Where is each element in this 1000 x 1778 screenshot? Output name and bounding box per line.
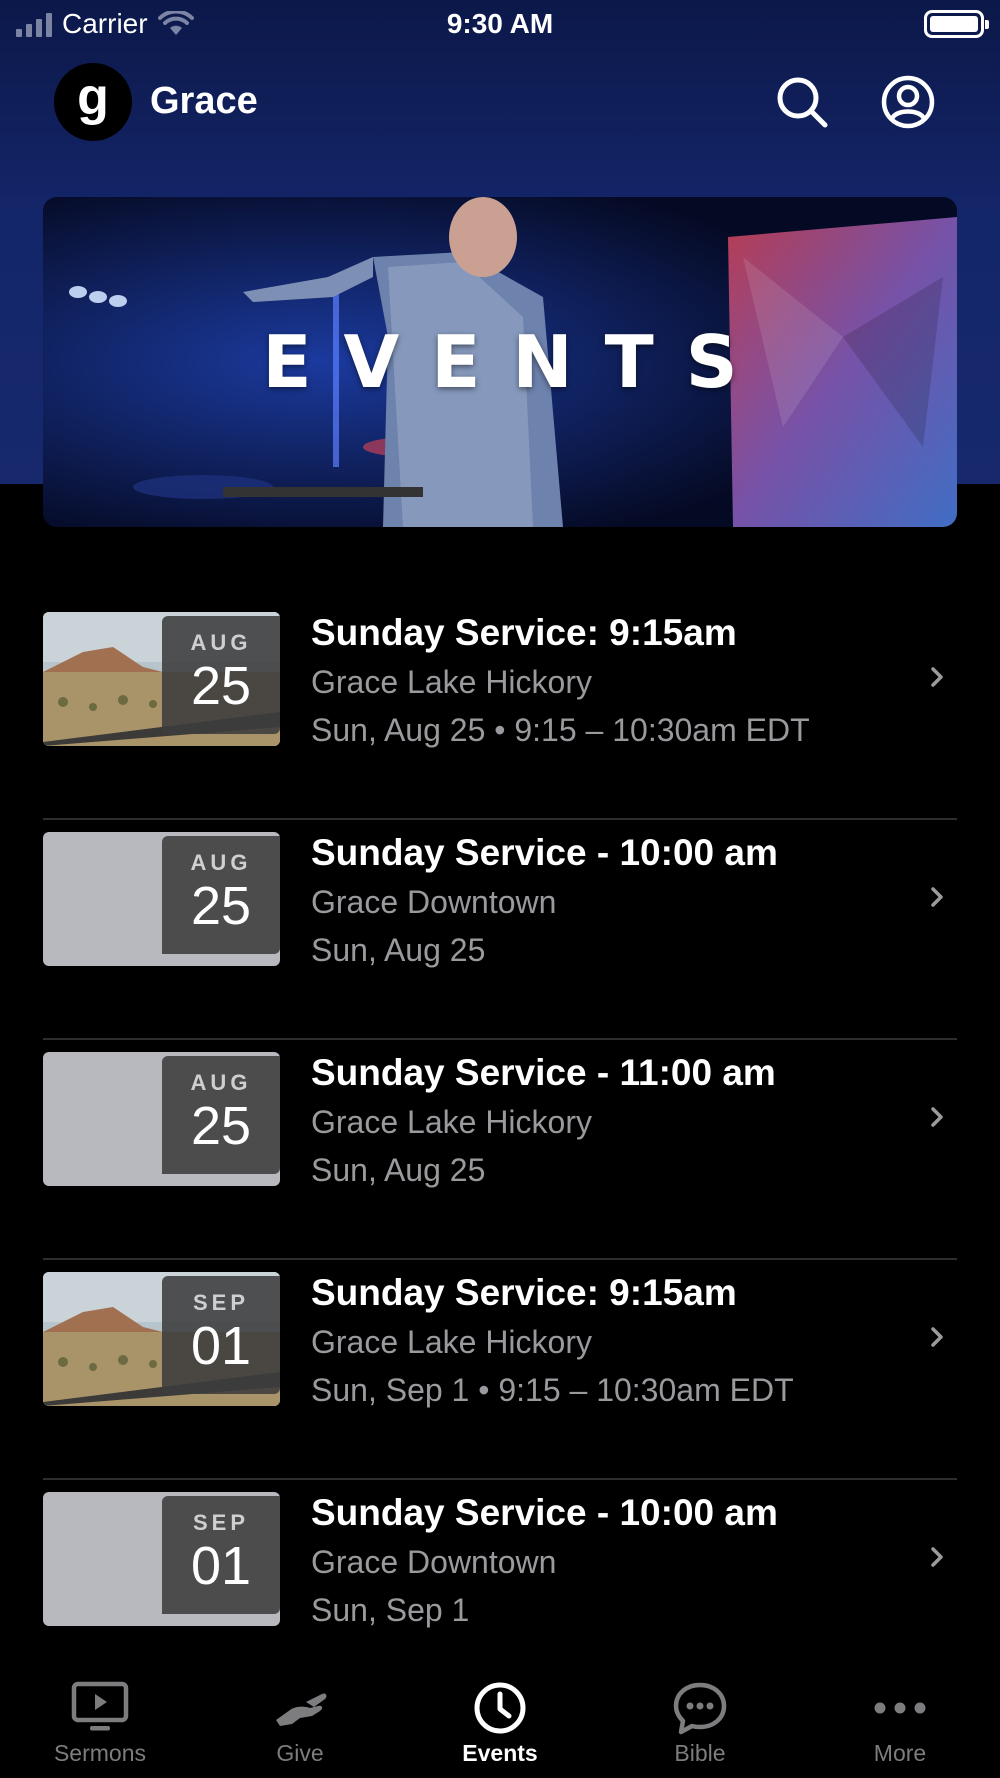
- date-day: 01: [190, 1316, 252, 1376]
- event-time: Sun, Aug 25: [311, 1152, 486, 1188]
- event-time: Sun, Aug 25 • 9:15 – 10:30am EDT: [311, 712, 810, 748]
- chat-bubble-icon: [673, 1682, 727, 1735]
- chevron-right-icon: [931, 1327, 943, 1347]
- event-title: Sunday Service - 11:00 am: [311, 1052, 776, 1093]
- tv-play-icon: [71, 1681, 129, 1731]
- event-row[interactable]: AUG 25 Sunday Service: 9:15am Grace Lake…: [43, 600, 957, 820]
- event-list: AUG 25 Sunday Service: 9:15am Grace Lake…: [43, 600, 957, 1700]
- date-badge: AUG 25: [162, 1056, 280, 1174]
- profile-icon: [881, 75, 935, 129]
- event-location: Grace Lake Hickory: [311, 664, 592, 700]
- more-dots-icon: [874, 1702, 926, 1714]
- battery-icon: [924, 10, 989, 38]
- tab-more[interactable]: More: [800, 1660, 1000, 1778]
- clock-icon: [474, 1682, 526, 1734]
- event-title: Sunday Service: 9:15am: [311, 1272, 737, 1313]
- date-day: 25: [190, 876, 252, 936]
- chevron-right-icon: [931, 667, 943, 687]
- app-logo[interactable]: g: [54, 63, 132, 141]
- event-location: Grace Downtown: [311, 1544, 557, 1580]
- tab-label: More: [873, 1740, 927, 1766]
- event-title: Sunday Service - 10:00 am: [311, 1492, 778, 1533]
- date-month: AUG: [190, 850, 252, 875]
- tab-events[interactable]: Events: [400, 1660, 600, 1778]
- date-month: SEP: [192, 1290, 250, 1315]
- date-day: 01: [190, 1536, 252, 1596]
- event-row[interactable]: SEP 01 Sunday Service: 9:15am Grace Lake…: [43, 1260, 957, 1480]
- tab-label: Events: [462, 1740, 538, 1766]
- date-badge: SEP 01: [162, 1496, 280, 1614]
- event-row[interactable]: AUG 25 Sunday Service - 10:00 am Grace D…: [43, 820, 957, 1040]
- event-row[interactable]: AUG 25 Sunday Service - 11:00 am Grace L…: [43, 1040, 957, 1260]
- chevron-right-icon: [931, 1107, 943, 1127]
- date-month: AUG: [190, 1070, 252, 1095]
- tab-sermons[interactable]: Sermons: [0, 1660, 200, 1778]
- event-location: Grace Lake Hickory: [311, 1104, 592, 1140]
- tab-bar: Sermons Give Events Bible More: [0, 1660, 1000, 1778]
- event-time: Sun, Sep 1 • 9:15 – 10:30am EDT: [311, 1372, 794, 1408]
- tab-label: Bible: [674, 1740, 726, 1766]
- event-location: Grace Lake Hickory: [311, 1324, 592, 1360]
- search-icon: [777, 77, 828, 128]
- app-name: Grace: [150, 80, 258, 122]
- app-header: g Grace: [0, 60, 1000, 144]
- chevron-right-icon: [931, 1547, 943, 1567]
- event-title: Sunday Service: 9:15am: [311, 612, 737, 653]
- chevron-right-icon: [931, 887, 943, 907]
- date-badge: AUG 25: [162, 836, 280, 954]
- hero-title: EVENTS: [262, 320, 770, 404]
- tab-bible[interactable]: Bible: [600, 1660, 800, 1778]
- tab-label: Sermons: [53, 1740, 147, 1766]
- event-location: Grace Downtown: [311, 884, 557, 920]
- event-time: Sun, Aug 25: [311, 932, 486, 968]
- tab-label: Give: [276, 1740, 324, 1766]
- date-badge: SEP 01: [162, 1276, 280, 1394]
- event-title: Sunday Service - 10:00 am: [311, 832, 778, 873]
- search-button[interactable]: [774, 74, 830, 130]
- status-time: 9:30 AM: [446, 8, 554, 39]
- logo-letter: g: [77, 68, 109, 126]
- event-time: Sun, Sep 1: [311, 1592, 470, 1628]
- events-hero-banner: EVENTS: [43, 197, 957, 527]
- date-month: AUG: [190, 630, 252, 655]
- date-badge: AUG 25: [162, 616, 280, 734]
- status-bar: Carrier 9:30 AM: [0, 0, 1000, 50]
- profile-button[interactable]: [880, 74, 936, 130]
- tab-give[interactable]: Give: [200, 1660, 400, 1778]
- date-day: 25: [190, 1096, 252, 1156]
- hand-give-icon: [276, 1693, 327, 1726]
- date-month: SEP: [192, 1510, 250, 1535]
- date-day: 25: [190, 656, 252, 716]
